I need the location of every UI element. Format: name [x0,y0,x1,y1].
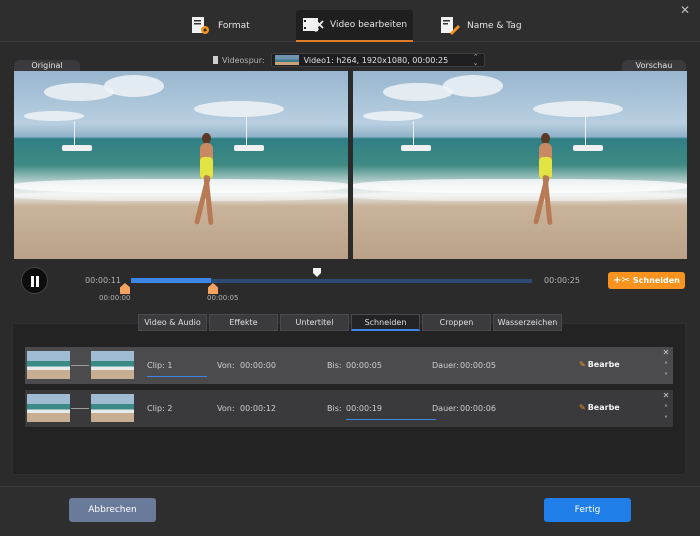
playhead-handle[interactable] [313,268,321,277]
video-track-row: Videospur: Video1: h264, 1920x1080, 00:0… [213,53,485,67]
chevron-down-icon[interactable]: ˅ [662,372,670,381]
format-settings-icon [192,17,209,34]
edit-clip-button[interactable]: ✎ Bearbe [579,403,620,412]
clip-separator [71,408,89,409]
tab-name-tag-label: Name & Tag [467,21,522,31]
dauer-label: Dauer: [432,361,459,370]
clip-start-thumbnail [27,351,70,379]
clip-end-thumbnail [91,394,134,422]
film-icon [213,56,218,64]
close-icon[interactable]: ✕ [662,348,670,357]
clip-underline [147,376,207,377]
edit-subtabs: Video & Audio Effekte Untertitel Schneid… [138,314,562,331]
edit-clip-label: Bearbe [587,360,620,369]
clip-separator [71,365,89,366]
original-preview [14,71,348,259]
plus-scissors-icon: +✂ [613,275,630,286]
edit-clip-button[interactable]: ✎ Bearbe [579,360,620,369]
close-icon[interactable]: ✕ [662,391,670,400]
edit-clip-label: Bearbe [587,403,620,412]
tab-format[interactable]: Format [190,10,250,42]
subtab-croppen[interactable]: Croppen [422,314,491,331]
clip-name: Clip: 2 [147,404,173,413]
dauer-label: Dauer: [432,404,459,413]
subtab-video-audio[interactable]: Video & Audio [138,314,207,331]
trim-end-handle[interactable] [208,283,218,294]
tab-format-label: Format [218,21,250,31]
tab-video-bearbeiten-label: Video bearbeiten [330,20,408,30]
clip-start-thumbnail [27,394,70,422]
video-edit-icon [303,18,324,32]
tab-name-tag[interactable]: Name & Tag [439,10,522,42]
track-thumbnail [274,55,299,65]
bis-label: Bis: [327,404,342,413]
chevron-updown-icon: ⌃ ⌄ [472,53,479,67]
dauer-value: 00:00:05 [460,361,496,370]
track-value: Video1: h264, 1920x1080, 00:00:25 [303,55,449,65]
subtab-wasserzeichen[interactable]: Wasserzeichen [493,314,562,331]
subtab-schneiden[interactable]: Schneiden [351,314,420,331]
pencil-icon: ✎ [579,360,586,369]
end-time: 00:00:25 [544,276,580,285]
von-value: 00:00:12 [240,404,276,413]
bis-underline [346,419,436,420]
timeline-track[interactable] [131,278,532,283]
chevron-down-icon[interactable]: ˅ [662,415,670,424]
fertig-button[interactable]: Fertig [544,498,631,522]
pause-button[interactable] [21,267,48,294]
abbrechen-button[interactable]: Abbrechen [69,498,156,522]
subtab-effekte[interactable]: Effekte [209,314,278,331]
bis-label: Bis: [327,361,342,370]
clip-end-thumbnail [91,351,134,379]
schneiden-button-label: Schneiden [632,276,680,285]
videospur-label: Videospur: [222,55,265,65]
bis-value: 00:00:19 [346,404,382,413]
pencil-icon: ✎ [579,403,586,412]
top-tab-bar: Format Video bearbeiten Name & Tag ✕ [0,0,700,42]
chevron-up-icon[interactable]: ˄ [662,361,670,370]
name-tag-icon [441,17,460,35]
trim-end-time: 00:00:05 [207,294,239,302]
clip-row[interactable]: Clip: 2 Von: 00:00:12 Bis: 00:00:19 Daue… [25,390,673,427]
video-track-select[interactable]: Video1: h264, 1920x1080, 00:00:25 ⌃ ⌄ [270,53,485,67]
bis-value: 00:00:05 [346,361,382,370]
trim-start-handle[interactable] [120,283,130,294]
von-label: Von: [217,404,235,413]
timeline-selection [131,278,211,283]
original-label: Original [14,60,80,71]
subtab-untertitel[interactable]: Untertitel [280,314,349,331]
vorschau-label: Vorschau [622,60,686,71]
von-label: Von: [217,361,235,370]
dauer-value: 00:00:06 [460,404,496,413]
clip-row[interactable]: Clip: 1 Von: 00:00:00 Bis: 00:00:05 Daue… [25,347,673,384]
tab-video-bearbeiten[interactable]: Video bearbeiten [296,10,414,42]
vorschau-preview [353,71,687,259]
trim-start-time: 00:00:00 [99,294,131,302]
clip-name: Clip: 1 [147,361,173,370]
chevron-up-icon[interactable]: ˄ [662,404,670,413]
close-icon[interactable]: ✕ [679,4,691,16]
current-time: 00:00:11 [85,276,121,285]
schneiden-button[interactable]: +✂ Schneiden [608,272,685,289]
von-value: 00:00:00 [240,361,276,370]
